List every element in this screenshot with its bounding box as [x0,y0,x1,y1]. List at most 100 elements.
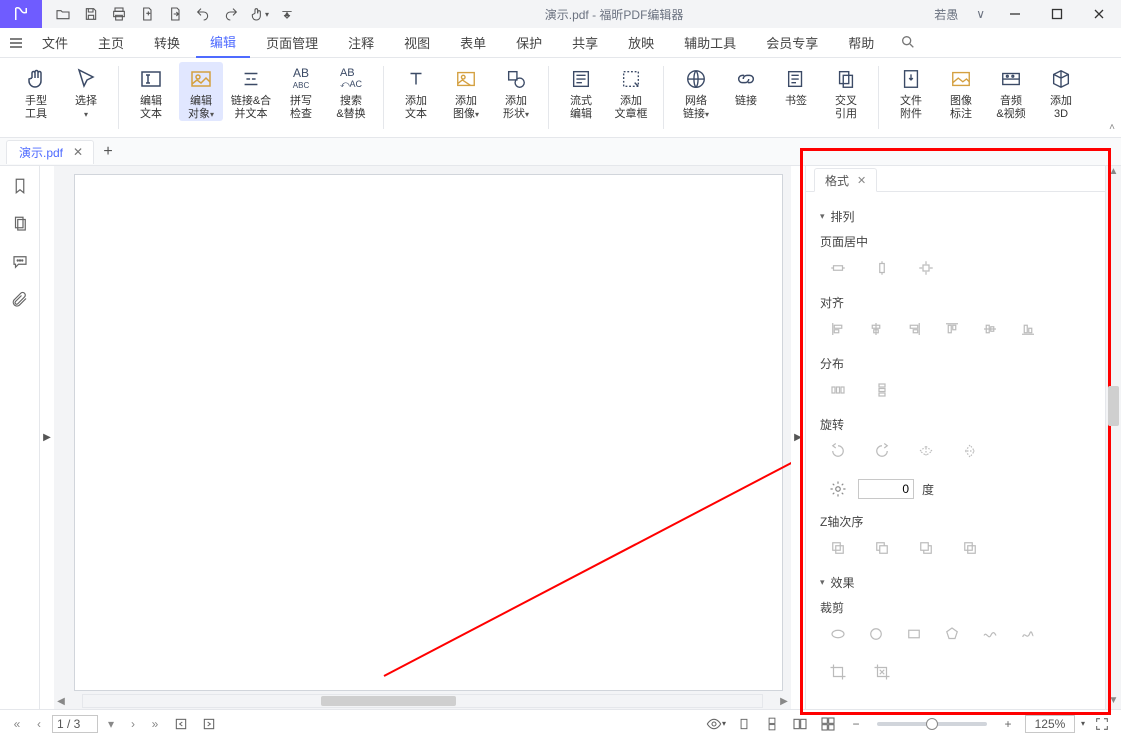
qat-more-icon[interactable] [274,2,300,26]
first-page-icon[interactable]: « [8,717,26,731]
link-merge-button[interactable]: 链接&合 并文本 [229,62,273,121]
zoom-dropdown-icon[interactable]: ▾ [1081,719,1085,728]
left-expand-handle[interactable]: ▶ [40,166,54,709]
close-tab-icon[interactable]: ✕ [73,145,83,159]
two-continuous-icon[interactable] [817,713,839,735]
center-v-icon[interactable] [870,256,894,280]
page-dropdown-icon[interactable]: ▾ [102,717,120,731]
redo-icon[interactable] [218,2,244,26]
crop-circle-icon[interactable] [864,622,888,646]
align-top-icon[interactable] [940,317,964,341]
bookmarks-panel-icon[interactable] [8,174,32,198]
user-dropdown-icon[interactable]: ∨ [970,7,991,21]
v-scroll-thumb[interactable] [1108,386,1119,426]
rotate-right-icon[interactable] [870,439,894,463]
user-name[interactable]: 若愚 [928,6,964,23]
flip-v-icon[interactable] [958,439,982,463]
menu-page[interactable]: 页面管理 [252,28,332,58]
crop-rect-icon[interactable] [902,622,926,646]
eye-icon[interactable]: ▾ [705,713,727,735]
save-icon[interactable] [78,2,104,26]
single-page-icon[interactable] [733,713,755,735]
zoom-value[interactable]: 125% [1025,715,1075,733]
zoom-in-button[interactable]: + [997,713,1019,735]
spellcheck-button[interactable]: ABABC 拼写 检查 [279,62,323,121]
menu-form[interactable]: 表单 [446,28,500,58]
crop-polygon-icon[interactable] [940,622,964,646]
image-mark-button[interactable]: 图像 标注 [939,62,983,121]
crop-tool-icon[interactable] [826,660,850,684]
open-icon[interactable] [50,2,76,26]
page-plus-icon[interactable] [134,2,160,26]
document-viewport[interactable]: ◀ ▶ [54,166,791,709]
send-backward-icon[interactable] [914,536,938,560]
add-tab-button[interactable]: + [94,143,122,161]
scroll-right-icon[interactable]: ▶ [777,696,791,707]
crop-free-icon[interactable] [1016,622,1040,646]
edit-object-button[interactable]: 编辑 对象▾ [179,62,223,121]
rotation-input[interactable] [858,479,914,499]
undo-icon[interactable] [190,2,216,26]
add-text-button[interactable]: 添加 文本 [394,62,438,121]
close-panel-icon[interactable]: ✕ [857,174,866,187]
menu-protect[interactable]: 保护 [502,28,556,58]
audio-video-button[interactable]: 音频 &视频 [989,62,1033,121]
crop-reset-icon[interactable] [870,660,894,684]
page-arrow-icon[interactable] [162,2,188,26]
zoom-out-button[interactable]: − [845,713,867,735]
continuous-icon[interactable] [761,713,783,735]
v-scrollbar[interactable]: ▲ ▼ [1105,166,1121,709]
nav-fwd-icon[interactable] [198,713,220,735]
search-replace-button[interactable]: AB⤺AC 搜索 &替换 [329,62,373,121]
add-image-button[interactable]: 添加 图像▾ [444,62,488,121]
add-shape-button[interactable]: 添加 形状▾ [494,62,538,121]
align-middle-icon[interactable] [978,317,1002,341]
align-right-icon[interactable] [902,317,926,341]
menu-view[interactable]: 视图 [390,28,444,58]
gear-icon[interactable] [826,477,850,501]
center-both-icon[interactable] [914,256,938,280]
menu-assist[interactable]: 辅助工具 [670,28,750,58]
menu-file[interactable]: 文件 [28,28,82,58]
send-back-icon[interactable] [958,536,982,560]
add-article-button[interactable]: 添加 文章框 [609,62,653,121]
menu-home[interactable]: 主页 [84,28,138,58]
crop-wave-icon[interactable] [978,622,1002,646]
minimize-button[interactable] [997,0,1033,28]
zoom-slider[interactable] [877,722,987,726]
doc-tab[interactable]: 演示.pdf ✕ [6,140,94,164]
two-page-icon[interactable] [789,713,811,735]
crossref-button[interactable]: 交叉 引用 [824,62,868,121]
last-page-icon[interactable]: » [146,717,164,731]
menu-annotate[interactable]: 注释 [334,28,388,58]
menu-edit[interactable]: 编辑 [196,28,250,58]
h-scrollbar[interactable]: ◀ ▶ [54,693,791,709]
ribbon-collapse-icon[interactable]: ˄ [1109,122,1115,133]
attach-button[interactable]: 文件 附件 [889,62,933,121]
prev-page-icon[interactable]: ‹ [30,717,48,731]
edit-text-button[interactable]: 编辑 文本 [129,62,173,121]
hand-tool-button[interactable]: 手型 工具 [14,62,58,121]
right-expand-handle[interactable]: ▶ [791,166,805,709]
next-page-icon[interactable]: › [124,717,142,731]
link-button[interactable]: 链接 [724,62,768,108]
fullscreen-icon[interactable] [1091,713,1113,735]
web-link-button[interactable]: 网络 链接▾ [674,62,718,121]
zoom-knob[interactable] [926,718,938,730]
section-arrange[interactable]: 排列 [820,208,1091,225]
distribute-v-icon[interactable] [870,378,894,402]
rotate-left-icon[interactable] [826,439,850,463]
bring-front-icon[interactable] [826,536,850,560]
align-center-h-icon[interactable] [864,317,888,341]
section-effect[interactable]: 效果 [820,574,1091,591]
align-left-icon[interactable] [826,317,850,341]
bring-forward-icon[interactable] [870,536,894,560]
menu-help[interactable]: 帮助 [834,28,888,58]
scroll-left-icon[interactable]: ◀ [54,696,68,707]
comments-panel-icon[interactable] [8,250,32,274]
scroll-up-icon[interactable]: ▲ [1106,166,1121,180]
touch-icon[interactable]: ▾ [246,2,272,26]
menu-member[interactable]: 会员专享 [752,28,832,58]
maximize-button[interactable] [1039,0,1075,28]
attachments-panel-icon[interactable] [8,288,32,312]
